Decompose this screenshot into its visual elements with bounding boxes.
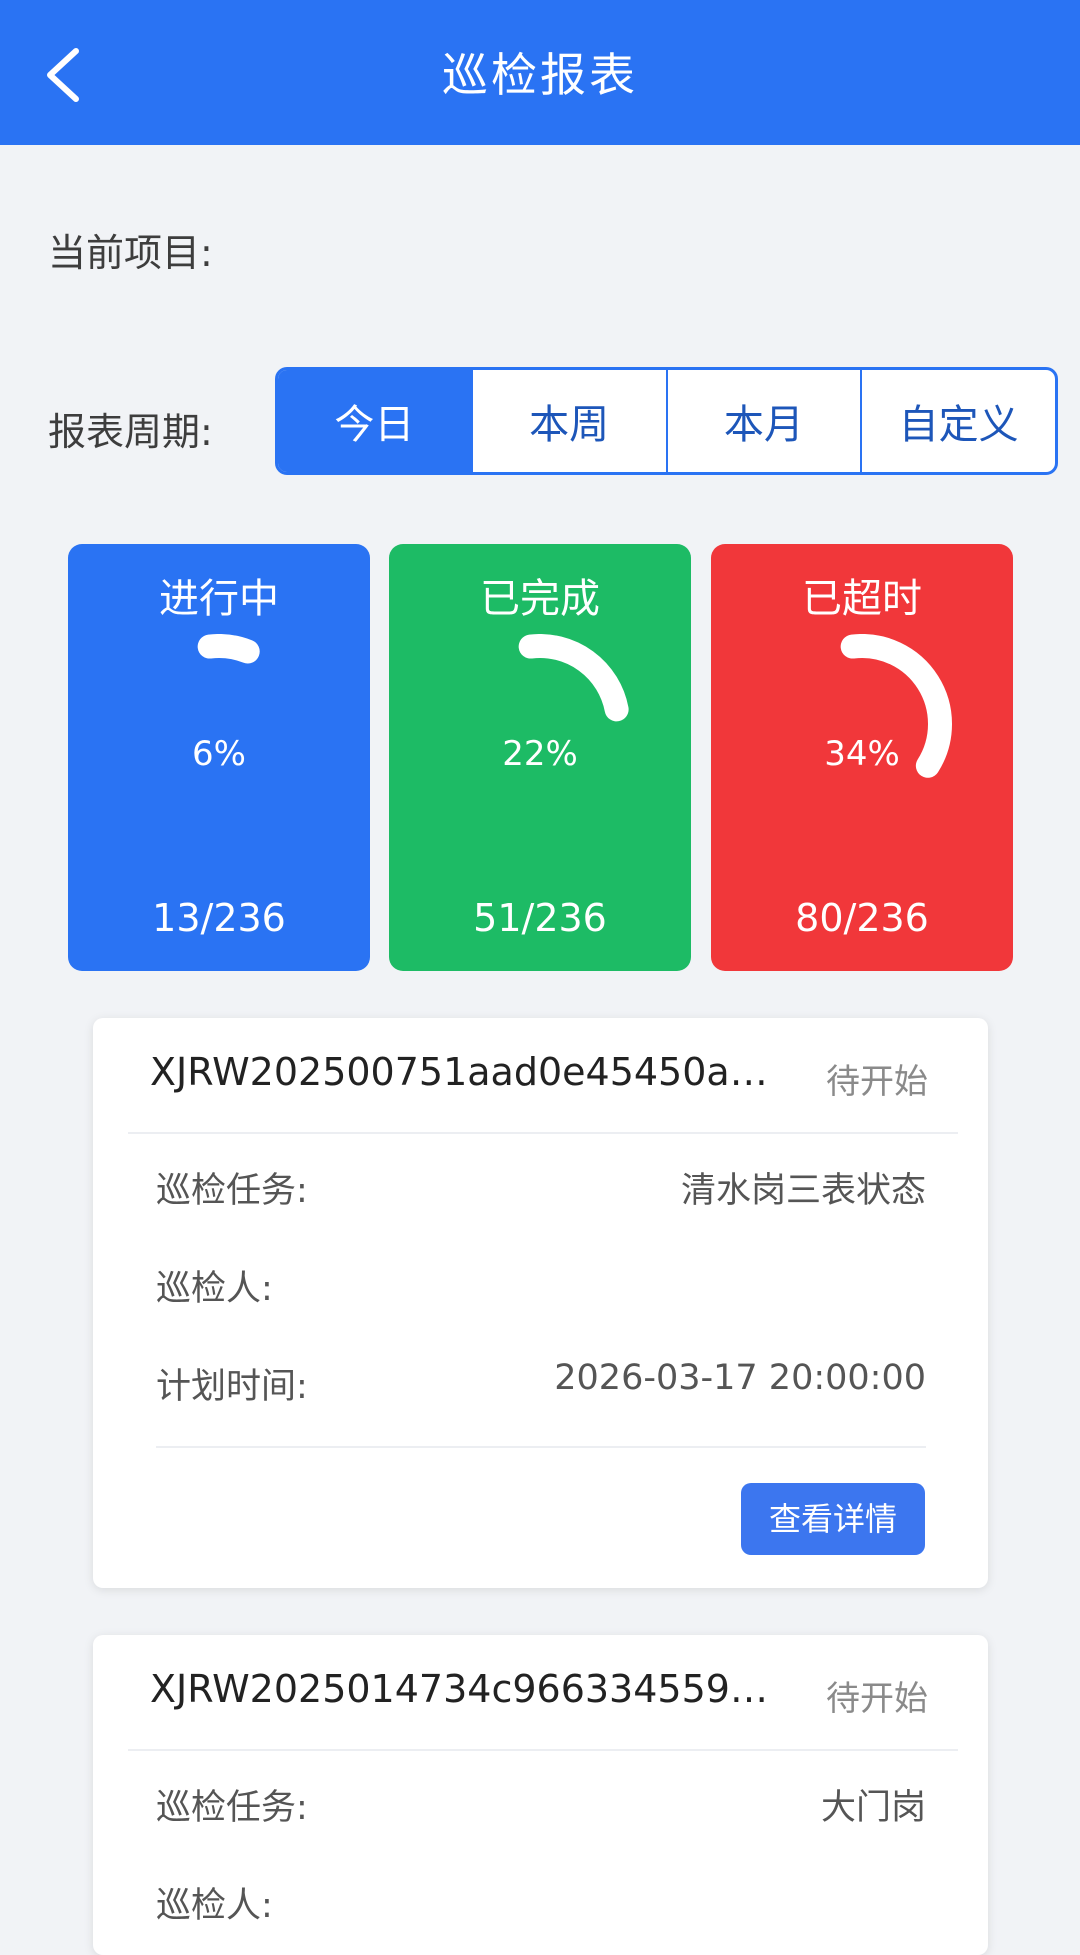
divider [156, 1446, 926, 1448]
plan-time-label: 计划时间: [156, 1367, 308, 1407]
stat-card-completed[interactable]: 已完成 22% 51/236 [389, 544, 691, 971]
inspector-label: 巡检人: [156, 1269, 273, 1309]
progress-arc [518, 634, 629, 722]
app-bar: 巡检报表 [0, 0, 1080, 145]
task-status: 待开始 [826, 1062, 928, 1102]
task-name-value: 清水岗三表状态 [680, 1171, 926, 1211]
current-project-label: 当前项目: [48, 231, 213, 275]
task-card-header: XJRW202500751aad0e45450a9... 待开始 [128, 1018, 958, 1134]
period-month-tab[interactable]: 本月 [665, 370, 861, 472]
inspector-row: 巡检人: [156, 1232, 926, 1330]
period-custom-tab[interactable]: 自定义 [860, 370, 1055, 472]
task-code: XJRW2025014734c9663345598... [150, 1667, 780, 1711]
period-week-tab[interactable]: 本周 [470, 370, 666, 472]
stat-card-in-progress[interactable]: 进行中 6% 13/236 [68, 544, 370, 971]
stat-card-overdue[interactable]: 已超时 34% 80/236 [711, 544, 1013, 971]
task-name-label: 巡检任务: [156, 1788, 308, 1828]
report-period-label: 报表周期: [48, 410, 213, 454]
stat-percent: 6% [192, 734, 246, 774]
stat-percent: 34% [824, 734, 900, 774]
stat-title: 进行中 [159, 576, 279, 622]
stat-count: 51/236 [473, 896, 607, 940]
task-status: 待开始 [826, 1679, 928, 1719]
view-details-button[interactable]: 查看详情 [741, 1483, 925, 1555]
inspector-row: 巡检人: [156, 1849, 926, 1947]
task-card-header: XJRW2025014734c9663345598... 待开始 [128, 1635, 958, 1751]
task-name-label: 巡检任务: [156, 1171, 308, 1211]
stat-title: 已超时 [802, 576, 922, 622]
stat-count: 13/236 [152, 896, 286, 940]
plan-time-row: 计划时间: 2026-03-17 20:00:00 [156, 1330, 926, 1428]
period-today-tab[interactable]: 今日 [278, 370, 471, 472]
period-segmented-control: 今日 本周 本月 自定义 [275, 367, 1058, 475]
page-title: 巡检报表 [442, 48, 638, 102]
task-card: XJRW2025014734c9663345598... 待开始 巡检任务: 大… [93, 1635, 988, 1955]
task-name-row: 巡检任务: 清水岗三表状态 [156, 1134, 926, 1232]
task-name-row: 巡检任务: 大门岗 [156, 1751, 926, 1849]
task-card: XJRW202500751aad0e45450a9... 待开始 巡检任务: 清… [93, 1018, 988, 1588]
stat-percent: 22% [502, 734, 578, 774]
progress-arc [840, 634, 952, 778]
inspector-label: 巡检人: [156, 1886, 273, 1926]
task-code: XJRW202500751aad0e45450a9... [150, 1050, 780, 1094]
stat-title: 已完成 [480, 576, 600, 622]
plan-time-value: 2026-03-17 20:00:00 [554, 1358, 926, 1398]
task-name-value: 大门岗 [820, 1788, 926, 1828]
stat-count: 80/236 [795, 896, 929, 940]
progress-arc [197, 634, 260, 664]
